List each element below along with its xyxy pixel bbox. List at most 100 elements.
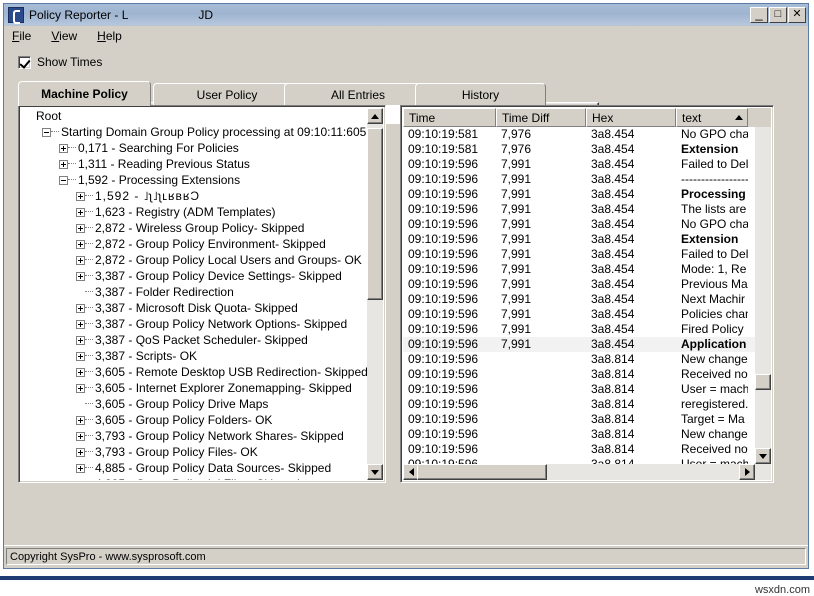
list-row[interactable]: 09:10:19:5963a8.814Received no bbox=[403, 367, 755, 382]
tree-row[interactable]: 1,592 - ˩ʅ˩ʅʟʁʙʁƆ bbox=[21, 188, 367, 204]
expand-node-icon[interactable] bbox=[76, 448, 85, 457]
list-hscrollbar-thumb[interactable] bbox=[417, 464, 547, 480]
tree-row[interactable]: 4,885 - Group Policy Ini Files- Skipped bbox=[21, 476, 367, 480]
tree-row[interactable]: 3,605 - Remote Desktop USB Redirection- … bbox=[21, 364, 367, 380]
expand-node-icon[interactable] bbox=[76, 208, 85, 217]
expand-node-icon[interactable] bbox=[76, 272, 85, 281]
list-scroll-right-button[interactable] bbox=[739, 464, 755, 480]
list-horizontal-scrollbar[interactable] bbox=[403, 464, 755, 480]
list-row[interactable]: 09:10:19:5967,9913a8.454Policies chan bbox=[403, 307, 755, 322]
tab-machine-policy[interactable]: Machine Policy bbox=[18, 81, 151, 106]
column-header-time-diff[interactable]: Time Diff bbox=[496, 108, 586, 127]
tree-row[interactable]: 3,387 - Scripts- OK bbox=[21, 348, 367, 364]
tree-vertical-scrollbar[interactable] bbox=[367, 108, 383, 480]
list-row[interactable]: 09:10:19:5967,9913a8.454The lists are bbox=[403, 202, 755, 217]
list-vertical-scrollbar[interactable] bbox=[755, 108, 771, 480]
tree-row[interactable]: 3,793 - Group Policy Files- OK bbox=[21, 444, 367, 460]
expand-node-icon[interactable] bbox=[76, 320, 85, 329]
show-times-checkbox[interactable]: Show Times bbox=[18, 55, 102, 69]
cell-time: 09:10:19:596 bbox=[403, 262, 496, 277]
expand-node-icon[interactable] bbox=[76, 224, 85, 233]
tree-row[interactable]: 3,387 - Microsoft Disk Quota- Skipped bbox=[21, 300, 367, 316]
menu-item-file[interactable]: File bbox=[12, 29, 31, 43]
list-row[interactable]: 09:10:19:5967,9913a8.454Mode: 1, Re bbox=[403, 262, 755, 277]
entries-list[interactable]: 09:10:19:5817,9763a8.454No GPO cha09:10:… bbox=[403, 127, 755, 464]
list-row[interactable]: 09:10:19:5963a8.814Received no bbox=[403, 442, 755, 457]
cell-hex: 3a8.814 bbox=[586, 397, 676, 412]
column-header-hex[interactable]: Hex bbox=[586, 108, 676, 127]
tree-row[interactable]: 3,605 - Group Policy Folders- OK bbox=[21, 412, 367, 428]
list-row[interactable]: 09:10:19:5817,9763a8.454No GPO cha bbox=[403, 127, 755, 142]
list-row[interactable]: 09:10:19:5963a8.814Target = Ma bbox=[403, 412, 755, 427]
tab-user-policy[interactable]: User Policy bbox=[153, 83, 301, 105]
cell-text: New change bbox=[676, 352, 748, 367]
expand-node-icon[interactable] bbox=[59, 160, 68, 169]
menu-item-help[interactable]: Help bbox=[97, 29, 122, 43]
tab-history[interactable]: History bbox=[415, 83, 546, 105]
tree-connector bbox=[68, 163, 76, 165]
tree-row[interactable]: 3,605 - Group Policy Drive Maps bbox=[21, 396, 367, 412]
list-row[interactable]: 09:10:19:5967,9913a8.454Failed to Del bbox=[403, 157, 755, 172]
list-row[interactable]: 09:10:19:5963a8.814New change bbox=[403, 352, 755, 367]
expand-node-icon[interactable] bbox=[76, 192, 85, 201]
expand-node-icon[interactable] bbox=[76, 480, 85, 481]
column-header-text[interactable]: text bbox=[676, 108, 748, 127]
tree-row[interactable]: 1,311 - Reading Previous Status bbox=[21, 156, 367, 172]
list-row[interactable]: 09:10:19:5963a8.814User = mach bbox=[403, 382, 755, 397]
maximize-button[interactable]: □ bbox=[769, 7, 787, 23]
menu-item-view[interactable]: View bbox=[51, 29, 77, 43]
list-row[interactable]: 09:10:19:5967,9913a8.454Processing bbox=[403, 187, 755, 202]
list-row[interactable]: 09:10:19:5967,9913a8.454Fired Policy bbox=[403, 322, 755, 337]
column-header-time[interactable]: Time bbox=[403, 108, 496, 127]
tree-scrollbar-thumb[interactable] bbox=[367, 128, 383, 300]
expand-node-icon[interactable] bbox=[76, 416, 85, 425]
tree-row[interactable]: 3,387 - Folder Redirection bbox=[21, 284, 367, 300]
list-row[interactable]: 09:10:19:5967,9913a8.454Extension bbox=[403, 232, 755, 247]
list-row[interactable]: 09:10:19:5967,9913a8.454Failed to Del bbox=[403, 247, 755, 262]
list-row[interactable]: 09:10:19:5817,9763a8.454Extension bbox=[403, 142, 755, 157]
tab-all-entries[interactable]: All Entries bbox=[284, 83, 432, 105]
list-row[interactable]: 09:10:19:5967,9913a8.454No GPO cha bbox=[403, 217, 755, 232]
expand-node-icon[interactable] bbox=[76, 256, 85, 265]
tree-row[interactable]: 2,872 - Wireless Group Policy- Skipped bbox=[21, 220, 367, 236]
minimize-button[interactable]: _ bbox=[750, 7, 768, 23]
list-scroll-down-button[interactable] bbox=[755, 448, 771, 464]
expand-node-icon[interactable] bbox=[76, 384, 85, 393]
tree-row[interactable]: 4,885 - Group Policy Data Sources- Skipp… bbox=[21, 460, 367, 476]
tree-scroll-up-button[interactable] bbox=[367, 108, 383, 124]
tree-row[interactable]: 3,387 - QoS Packet Scheduler- Skipped bbox=[21, 332, 367, 348]
list-row[interactable]: 09:10:19:5967,9913a8.454Next Machir bbox=[403, 292, 755, 307]
tree-row[interactable]: 2,872 - Group Policy Local Users and Gro… bbox=[21, 252, 367, 268]
tree-row[interactable]: 3,387 - Group Policy Device Settings- Sk… bbox=[21, 268, 367, 284]
tree-row[interactable]: 3,793 - Group Policy Network Shares- Ski… bbox=[21, 428, 367, 444]
expand-node-icon[interactable] bbox=[76, 240, 85, 249]
list-row[interactable]: 09:10:19:5967,9913a8.454----------------… bbox=[403, 172, 755, 187]
expand-node-icon[interactable] bbox=[76, 368, 85, 377]
tree-row[interactable]: 1,592 - Processing Extensions bbox=[21, 172, 367, 188]
list-row[interactable]: 09:10:19:5963a8.814User = mach bbox=[403, 457, 755, 464]
list-row[interactable]: 09:10:19:5963a8.814reregistered. bbox=[403, 397, 755, 412]
expand-node-icon[interactable] bbox=[76, 304, 85, 313]
tree-row[interactable]: 0,171 - Searching For Policies bbox=[21, 140, 367, 156]
expand-node-icon[interactable] bbox=[76, 352, 85, 361]
expand-node-icon[interactable] bbox=[59, 144, 68, 153]
expand-node-icon[interactable] bbox=[76, 336, 85, 345]
list-row[interactable]: 09:10:19:5963a8.814New change bbox=[403, 427, 755, 442]
list-row[interactable]: 09:10:19:5967,9913a8.454Previous Ma bbox=[403, 277, 755, 292]
tree-row[interactable]: 2,872 - Group Policy Environment- Skippe… bbox=[21, 236, 367, 252]
tree-row[interactable]: 3,387 - Group Policy Network Options- Sk… bbox=[21, 316, 367, 332]
list-scrollbar-thumb[interactable] bbox=[755, 374, 771, 390]
tree-row[interactable]: 3,605 - Internet Explorer Zonemapping- S… bbox=[21, 380, 367, 396]
collapse-node-icon[interactable] bbox=[59, 176, 68, 185]
policy-tree[interactable]: RootStarting Domain Group Policy process… bbox=[21, 108, 367, 480]
tree-row[interactable]: 1,623 - Registry (ADM Templates) bbox=[21, 204, 367, 220]
cell-diff: 7,991 bbox=[496, 157, 586, 172]
close-button[interactable]: ✕ bbox=[788, 7, 806, 23]
expand-node-icon[interactable] bbox=[76, 432, 85, 441]
expand-node-icon[interactable] bbox=[76, 464, 85, 473]
tree-scroll-down-button[interactable] bbox=[367, 464, 383, 480]
tree-row[interactable]: Starting Domain Group Policy processing … bbox=[21, 124, 367, 140]
list-row[interactable]: 09:10:19:5967,9913a8.454Application bbox=[403, 337, 755, 352]
tree-row[interactable]: Root bbox=[21, 108, 367, 124]
collapse-node-icon[interactable] bbox=[42, 128, 51, 137]
